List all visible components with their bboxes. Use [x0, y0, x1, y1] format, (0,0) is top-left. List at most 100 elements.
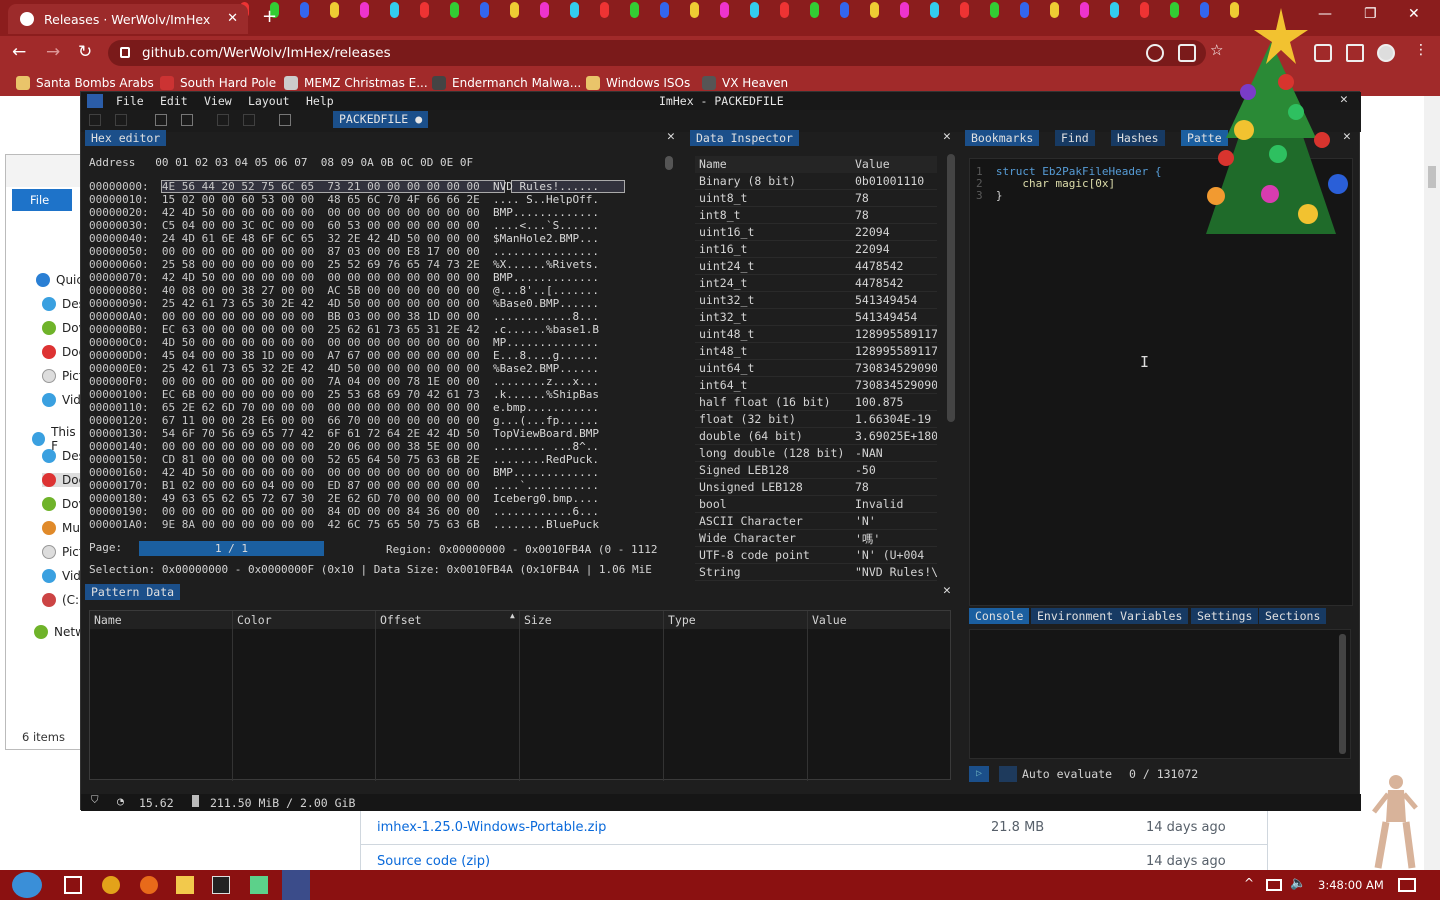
- inspector-row[interactable]: uint48_t 128995589117: [695, 326, 937, 343]
- inspector-row-value[interactable]: 4478542: [855, 259, 937, 273]
- inspector-row-value[interactable]: 'N' (U+004: [855, 548, 937, 562]
- inspector-row-value[interactable]: 100.875: [855, 395, 937, 409]
- save-as-icon[interactable]: [243, 114, 255, 126]
- inspector-row-value[interactable]: 22094: [855, 242, 937, 256]
- hex-row-ascii[interactable]: Iceberg0.bmp....: [493, 492, 599, 505]
- bookmark-item[interactable]: Santa Bombs Arabs: [16, 76, 154, 90]
- inspector-row-value[interactable]: 541349454: [855, 293, 937, 307]
- hex-row-bytes[interactable]: 42 4D 50 00 00 00 00 00 00 00 00 00 00 0…: [162, 206, 480, 219]
- tab-settings[interactable]: Settings: [1191, 608, 1259, 624]
- hex-row-bytes[interactable]: 45 04 00 00 38 1D 00 00 A7 67 00 00 00 0…: [162, 349, 480, 362]
- inspector-row[interactable]: long double (128 bit) -NAN: [695, 445, 937, 462]
- hex-row-ascii[interactable]: ............8...: [493, 310, 599, 323]
- close-tab-icon[interactable]: ✕: [227, 11, 238, 26]
- hex-row-bytes[interactable]: 00 00 00 00 00 00 00 00 7A 04 00 00 78 1…: [162, 375, 480, 388]
- menu-file[interactable]: File: [116, 94, 144, 108]
- hex-row-ascii[interactable]: ........RedPuck.: [493, 453, 599, 466]
- hex-row-bytes[interactable]: 65 2E 62 6D 70 00 00 00 00 00 00 00 00 0…: [162, 401, 480, 414]
- bookmark-item[interactable]: Endermanch Malwa...: [432, 76, 581, 90]
- column-type[interactable]: Type: [664, 611, 808, 781]
- hex-row-ascii[interactable]: .k......%ShipBas: [493, 388, 599, 401]
- menu-edit[interactable]: Edit: [160, 94, 188, 108]
- tab-hex-editor[interactable]: Hex editor: [85, 130, 167, 146]
- tab-find[interactable]: Find: [1055, 130, 1095, 146]
- hex-row[interactable]: 000000C0: 4D 50 00 00 00 00 00 00 00 00 …: [89, 336, 599, 349]
- hex-row-bytes[interactable]: 9E 8A 00 00 00 00 00 00 42 6C 75 65 50 7…: [162, 518, 480, 531]
- inspector-row-value[interactable]: 3.69025E+180: [855, 429, 937, 443]
- bookmark-item[interactable]: VX Heaven: [702, 76, 788, 90]
- hex-row-ascii[interactable]: ............6...: [493, 505, 599, 518]
- page-scrollbar[interactable]: [1424, 96, 1440, 870]
- hex-row[interactable]: 00000010: 15 02 00 00 60 53 00 00 48 65 …: [89, 193, 599, 206]
- hex-row[interactable]: 00000050: 00 00 00 00 00 00 00 00 87 03 …: [89, 245, 599, 258]
- inspector-row-value[interactable]: 730834529090: [855, 378, 937, 392]
- nav-item[interactable]: Vid: [42, 569, 81, 583]
- hex-row-ascii[interactable]: %Base2.BMP......: [493, 362, 599, 375]
- browser-tab[interactable]: Releases · WerWolv/ImHex ✕: [8, 4, 248, 34]
- hex-row[interactable]: 00000090: 25 42 61 73 65 30 2E 42 4D 50 …: [89, 297, 599, 310]
- hex-row-ascii[interactable]: g...(...fp......: [493, 414, 599, 427]
- hex-row-bytes[interactable]: 25 58 00 00 00 00 00 00 25 52 69 76 65 7…: [162, 258, 480, 271]
- hex-row[interactable]: 000000B0: EC 63 00 00 00 00 00 00 25 62 …: [89, 323, 599, 336]
- inspector-row[interactable]: ASCII Character 'N': [695, 513, 937, 530]
- hex-row-ascii[interactable]: $ManHole2.BMP...: [493, 232, 599, 245]
- hex-row-bytes[interactable]: B1 02 00 00 60 04 00 00 ED 87 00 00 00 0…: [162, 479, 480, 492]
- start-icon[interactable]: [12, 872, 42, 898]
- provider-tab[interactable]: PACKEDFILE ●: [333, 111, 429, 128]
- hex-row[interactable]: 00000070: 42 4D 50 00 00 00 00 00 00 00 …: [89, 271, 599, 284]
- hex-row-ascii[interactable]: e.bmp...........: [493, 401, 599, 414]
- hex-row-bytes[interactable]: 40 08 00 00 38 27 00 00 AC 5B 00 00 00 0…: [162, 284, 480, 297]
- hex-row[interactable]: 00000000: 4E 56 44 20 52 75 6C 65 73 21 …: [89, 180, 599, 193]
- console-scroll-thumb[interactable]: [1339, 634, 1346, 754]
- tab-console[interactable]: Console: [969, 608, 1030, 624]
- inspector-row[interactable]: uint8_t 78: [695, 190, 937, 207]
- hex-row-bytes[interactable]: EC 6B 00 00 00 00 00 00 25 53 68 69 70 4…: [162, 388, 480, 401]
- nav-item[interactable]: Pict: [42, 369, 84, 383]
- hex-row-bytes[interactable]: 42 4D 50 00 00 00 00 00 00 00 00 00 00 0…: [162, 466, 480, 479]
- inspector-row-value[interactable]: 78: [855, 208, 937, 222]
- bookmark-item[interactable]: Windows ISOs: [586, 76, 690, 90]
- hex-row-bytes[interactable]: C5 04 00 00 3C 0C 00 00 60 53 00 00 00 0…: [162, 219, 480, 232]
- hex-row-bytes[interactable]: 67 11 00 00 28 E6 00 00 66 70 00 00 00 0…: [162, 414, 480, 427]
- back-icon[interactable]: ←: [12, 42, 26, 62]
- column-size[interactable]: Size: [520, 611, 664, 781]
- column-color[interactable]: Color: [233, 611, 376, 781]
- inspector-row-value[interactable]: '嗎': [855, 531, 937, 547]
- hex-row[interactable]: 00000110: 65 2E 62 6D 70 00 00 00 00 00 …: [89, 401, 599, 414]
- inspector-row-value[interactable]: 1.66304E-19: [855, 412, 937, 426]
- column-value[interactable]: Value: [808, 611, 950, 781]
- inspector-row-value[interactable]: -NAN: [855, 446, 937, 460]
- hex-row[interactable]: 000000F0: 00 00 00 00 00 00 00 00 7A 04 …: [89, 375, 599, 388]
- column-name[interactable]: Name: [90, 611, 233, 781]
- hex-row[interactable]: 00000080: 40 08 00 00 38 27 00 00 AC 5B …: [89, 284, 599, 297]
- new-tab-button[interactable]: +: [262, 6, 277, 27]
- scroll-thumb[interactable]: [1428, 166, 1436, 188]
- hex-row-bytes[interactable]: 00 00 00 00 00 00 00 00 BB 03 00 00 38 1…: [162, 310, 480, 323]
- inspector-row-value[interactable]: 'N': [855, 514, 937, 528]
- hex-row-bytes[interactable]: 42 4D 50 00 00 00 00 00 00 00 00 00 00 0…: [162, 271, 480, 284]
- close-window-icon[interactable]: ✕: [1408, 6, 1420, 22]
- inspector-row[interactable]: Binary (8 bit) 0b01001110: [695, 173, 937, 190]
- inspector-row[interactable]: uint16_t 22094: [695, 224, 937, 241]
- hex-row-ascii[interactable]: %Base0.BMP......: [493, 297, 599, 310]
- profile-avatar[interactable]: [1377, 44, 1395, 62]
- hex-row[interactable]: 00000100: EC 6B 00 00 00 00 00 00 25 53 …: [89, 388, 599, 401]
- column-offset[interactable]: Offset ▲: [376, 611, 520, 781]
- hex-row-ascii[interactable]: .c......%base1.B: [493, 323, 599, 336]
- hex-row-ascii[interactable]: ....`...........: [493, 479, 599, 492]
- nav-item[interactable]: Pict: [42, 545, 84, 559]
- hex-row-ascii[interactable]: TopViewBoard.BMP: [493, 427, 599, 440]
- explorer-file-tab[interactable]: File: [12, 189, 72, 211]
- hex-row-bytes[interactable]: 00 00 00 00 00 00 00 00 20 06 00 00 38 5…: [162, 440, 480, 453]
- hex-row-ascii[interactable]: ........z...x...: [493, 375, 599, 388]
- inspector-row[interactable]: int32_t 541349454: [695, 309, 937, 326]
- inspector-row[interactable]: String "NVD Rules!\: [695, 564, 937, 581]
- hex-row[interactable]: 00000040: 24 4D 61 6E 48 6F 6C 65 32 2E …: [89, 232, 599, 245]
- inspector-row[interactable]: int8_t 78: [695, 207, 937, 224]
- bookmark-icon[interactable]: [279, 114, 291, 126]
- inspector-row-value[interactable]: 4478542: [855, 276, 937, 290]
- inspector-row-value[interactable]: -50: [855, 463, 937, 477]
- folder-icon[interactable]: [176, 876, 194, 894]
- hex-row-ascii[interactable]: MP..............: [493, 336, 599, 349]
- inspector-row-value[interactable]: 730834529090: [855, 361, 937, 375]
